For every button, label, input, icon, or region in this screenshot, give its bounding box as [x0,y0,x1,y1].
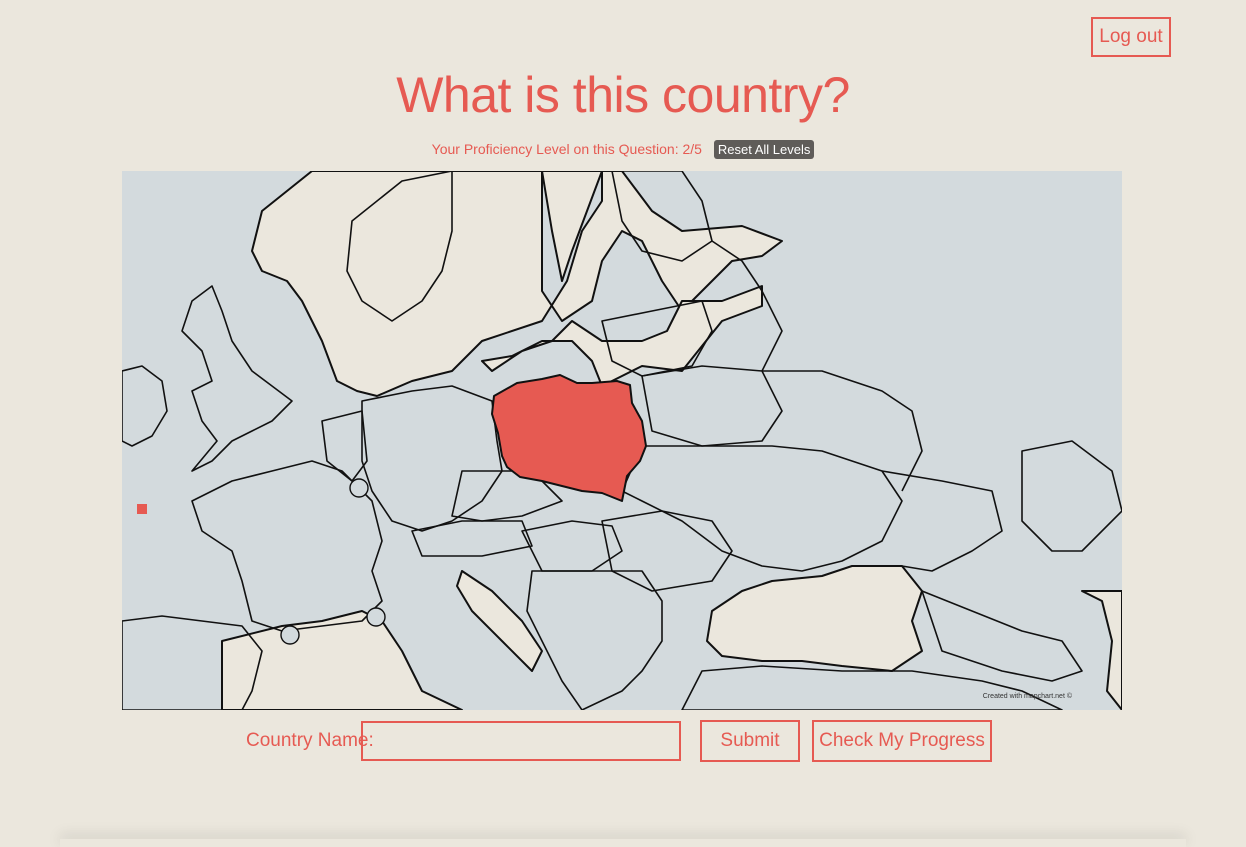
submit-button[interactable]: Submit [700,720,800,762]
answer-form: Country Name: Submit Check My Progress [0,720,1246,762]
mediterranean-sea [221,610,463,710]
benelux-outline [321,410,368,482]
proficiency-text: Your Proficiency Level on this Question:… [431,141,702,157]
country-name-label: Country Name: [246,730,374,751]
microstate-circle [280,625,300,645]
microstate-circle [366,607,386,627]
reset-levels-button[interactable]: Reset All Levels [713,140,815,159]
black-sea [706,565,923,672]
check-progress-button[interactable]: Check My Progress [812,720,992,762]
water-areas [221,171,1122,710]
russia-border-2 [881,470,1003,572]
kazakhstan-border [1021,440,1122,552]
microstate-circle [349,478,369,498]
balkans-outline [526,570,663,710]
adriatic-sea [456,570,543,672]
turkey-outline [681,665,1063,710]
ireland-outline [122,365,168,447]
map-credit: Created with mapchart.net © [982,693,1072,700]
europe-map-svg[interactable] [122,171,1122,710]
proficiency-row: Your Proficiency Level on this Question:… [0,140,1246,159]
caucasus-outline [921,590,1083,682]
logout-button[interactable]: Log out [1091,17,1171,57]
country-name-input[interactable] [361,721,681,761]
page-title: What is this country? [396,67,850,123]
ukraine-outline [621,445,903,572]
belarus-outline [641,365,783,447]
bottom-divider [60,839,1186,847]
country-map[interactable]: Created with mapchart.net © [122,171,1122,710]
germany-outline [361,385,503,532]
highlighted-country-poland[interactable] [491,374,647,502]
caspian-sea [1081,590,1122,710]
map-marker [137,504,147,514]
uk-outline [181,285,293,472]
austria-outline [411,520,533,557]
